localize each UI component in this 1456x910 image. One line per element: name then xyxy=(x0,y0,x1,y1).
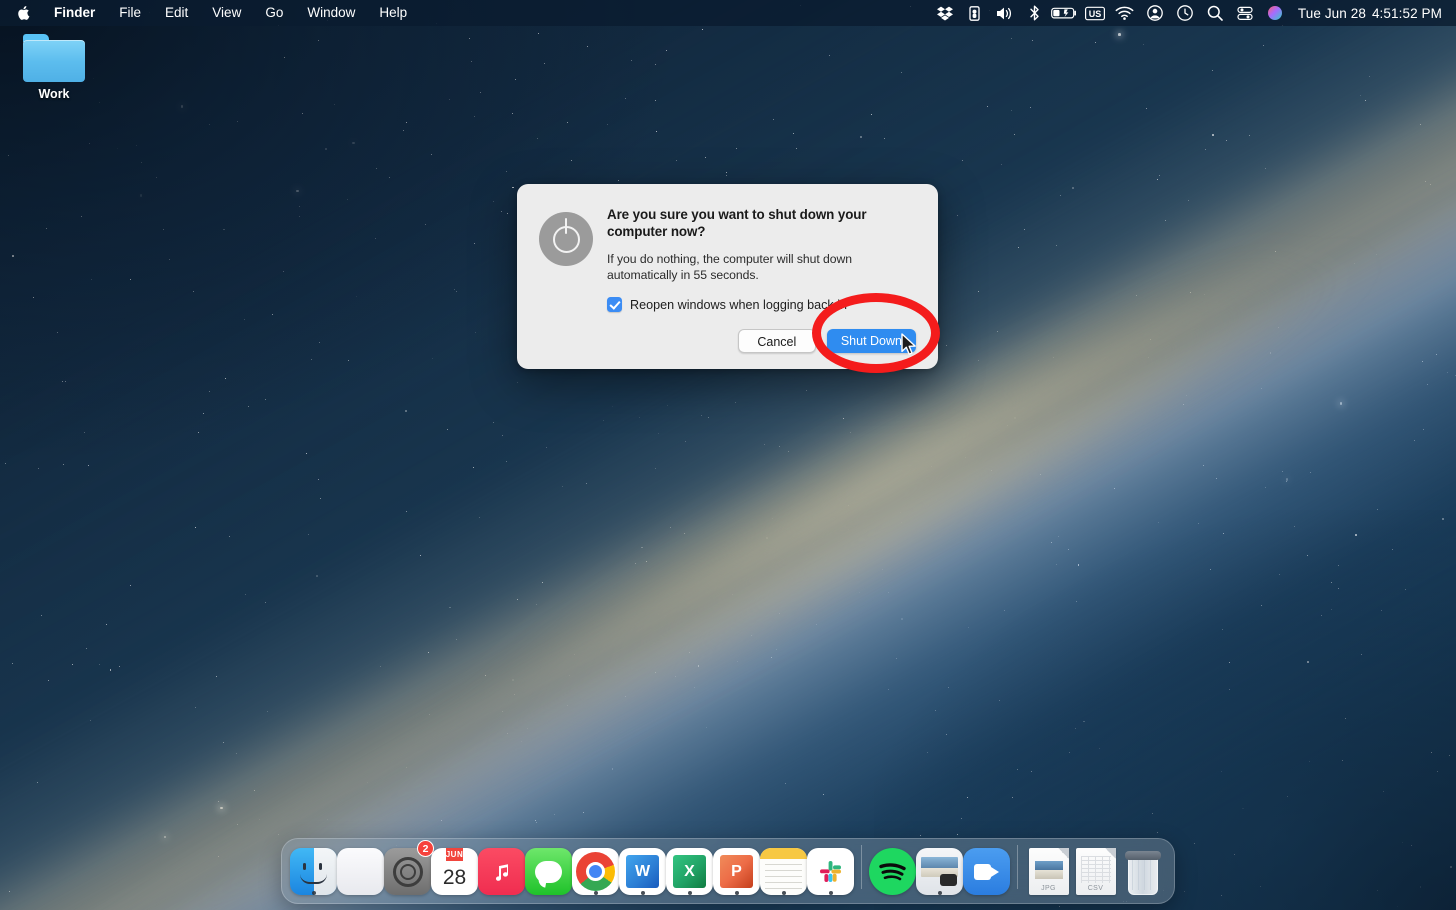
bluetooth-icon[interactable] xyxy=(1020,0,1050,26)
reopen-windows-label: Reopen windows when logging back in xyxy=(630,298,847,312)
desktop-icon-area: Work xyxy=(14,34,94,101)
dock-item-finder[interactable] xyxy=(290,842,337,895)
dock-item-spotify[interactable] xyxy=(869,842,916,895)
running-indicator-dot xyxy=(829,891,833,895)
running-indicator-dot xyxy=(594,891,598,895)
finder-icon xyxy=(290,848,337,895)
slack-icon xyxy=(807,848,854,895)
control-center-icon[interactable] xyxy=(1230,0,1260,26)
excel-icon: X xyxy=(666,848,713,895)
dock-item-csv-file[interactable]: CSV xyxy=(1072,842,1119,895)
dock-item-chrome[interactable] xyxy=(572,842,619,895)
dock-item-powerpoint[interactable]: P xyxy=(713,842,760,895)
menu-item-help[interactable]: Help xyxy=(367,0,419,26)
screen-lock-icon[interactable] xyxy=(960,0,990,26)
dialog-body: Are you sure you want to shut down your … xyxy=(605,206,916,353)
shutdown-confirmation-dialog: Are you sure you want to shut down your … xyxy=(517,184,938,369)
volume-icon[interactable] xyxy=(990,0,1020,26)
battery-icon[interactable] xyxy=(1050,0,1080,26)
dock-item-jpg-file[interactable]: JPG xyxy=(1025,842,1072,895)
dock-item-calendar[interactable]: JUN 28 xyxy=(431,842,478,895)
shut-down-button[interactable]: Shut Down xyxy=(827,329,916,353)
menu-item-edit[interactable]: Edit xyxy=(153,0,200,26)
dock-item-messages[interactable] xyxy=(525,842,572,895)
spotify-icon xyxy=(869,848,916,895)
dropbox-icon[interactable] xyxy=(930,0,960,26)
dialog-title: Are you sure you want to shut down your … xyxy=(607,206,916,241)
calendar-month: JUN xyxy=(446,848,464,861)
word-icon: W xyxy=(619,848,666,895)
jpg-file-icon: JPG xyxy=(1025,848,1072,895)
reopen-windows-checkbox-row[interactable]: Reopen windows when logging back in xyxy=(607,297,916,312)
menu-item-file[interactable]: File xyxy=(107,0,153,26)
dock-item-launchpad[interactable] xyxy=(337,842,384,895)
music-icon xyxy=(478,848,525,895)
trash-icon xyxy=(1119,848,1166,895)
time-machine-icon[interactable] xyxy=(1170,0,1200,26)
menu-item-finder[interactable]: Finder xyxy=(42,0,107,26)
running-indicator-dot xyxy=(938,891,942,895)
running-indicator-dot xyxy=(735,891,739,895)
cancel-button[interactable]: Cancel xyxy=(738,329,816,353)
desktop-wallpaper xyxy=(0,0,1456,910)
dock-item-excel[interactable]: X xyxy=(666,842,713,895)
dock: 2 JUN 28 W X xyxy=(281,838,1175,904)
apple-logo-icon[interactable] xyxy=(14,5,42,21)
power-button-icon xyxy=(539,212,593,266)
csv-file-icon: CSV xyxy=(1072,848,1119,895)
powerpoint-icon: P xyxy=(713,848,760,895)
folder-icon xyxy=(23,34,85,82)
chrome-icon xyxy=(572,848,619,895)
menu-item-go[interactable]: Go xyxy=(253,0,295,26)
notes-icon xyxy=(760,848,807,895)
dock-item-music[interactable] xyxy=(478,842,525,895)
siri-icon[interactable] xyxy=(1260,0,1290,26)
dock-item-image-capture[interactable] xyxy=(916,842,963,895)
menu-item-view[interactable]: View xyxy=(200,0,253,26)
dock-item-notes[interactable] xyxy=(760,842,807,895)
keyboard-input-us-icon[interactable]: US xyxy=(1080,0,1110,26)
user-account-icon[interactable] xyxy=(1140,0,1170,26)
powerpoint-letter: P xyxy=(720,855,753,888)
menu-bar: Finder File Edit View Go Window Help xyxy=(0,0,1456,26)
word-letter: W xyxy=(626,855,659,888)
desktop-icon-label: Work xyxy=(14,87,94,101)
spotlight-search-icon[interactable] xyxy=(1200,0,1230,26)
dock-separator-1 xyxy=(861,845,862,889)
running-indicator-dot xyxy=(312,891,316,895)
running-indicator-dot xyxy=(641,891,645,895)
dialog-button-row: Cancel Shut Down xyxy=(607,329,916,353)
excel-letter: X xyxy=(673,855,706,888)
desktop-icon-work[interactable]: Work xyxy=(14,34,94,101)
dock-separator-2 xyxy=(1017,845,1018,889)
notification-badge: 2 xyxy=(417,840,434,857)
calendar-icon: JUN 28 xyxy=(431,848,478,895)
menu-bar-left: Finder File Edit View Go Window Help xyxy=(14,0,419,26)
dialog-icon-column xyxy=(539,206,605,353)
running-indicator-dot xyxy=(688,891,692,895)
menu-bar-clock[interactable]: Tue Jun 28 4:51:52 PM xyxy=(1290,6,1446,21)
csv-file-label: CSV xyxy=(1076,885,1116,892)
svg-text:US: US xyxy=(1089,9,1102,19)
launchpad-icon xyxy=(337,848,384,895)
dock-item-zoom[interactable] xyxy=(963,842,1010,895)
wifi-icon[interactable] xyxy=(1110,0,1140,26)
dock-item-trash[interactable] xyxy=(1119,842,1166,895)
running-indicator-dot xyxy=(782,891,786,895)
messages-icon xyxy=(525,848,572,895)
menu-bar-date: Tue Jun 28 xyxy=(1298,6,1366,21)
menu-item-window[interactable]: Window xyxy=(295,0,367,26)
dock-item-slack[interactable] xyxy=(807,842,854,895)
dock-item-word[interactable]: W xyxy=(619,842,666,895)
menu-bar-time: 4:51:52 PM xyxy=(1372,6,1442,21)
jpg-file-label: JPG xyxy=(1029,885,1069,892)
zoom-icon xyxy=(963,848,1010,895)
dock-item-system-preferences[interactable]: 2 xyxy=(384,842,431,895)
menu-bar-status-area: US Tue Jun 28 4:51:52 PM xyxy=(930,0,1446,26)
calendar-day: 28 xyxy=(443,861,466,895)
image-capture-icon xyxy=(916,848,963,895)
reopen-windows-checkbox[interactable] xyxy=(607,297,622,312)
dialog-message: If you do nothing, the computer will shu… xyxy=(607,251,916,284)
